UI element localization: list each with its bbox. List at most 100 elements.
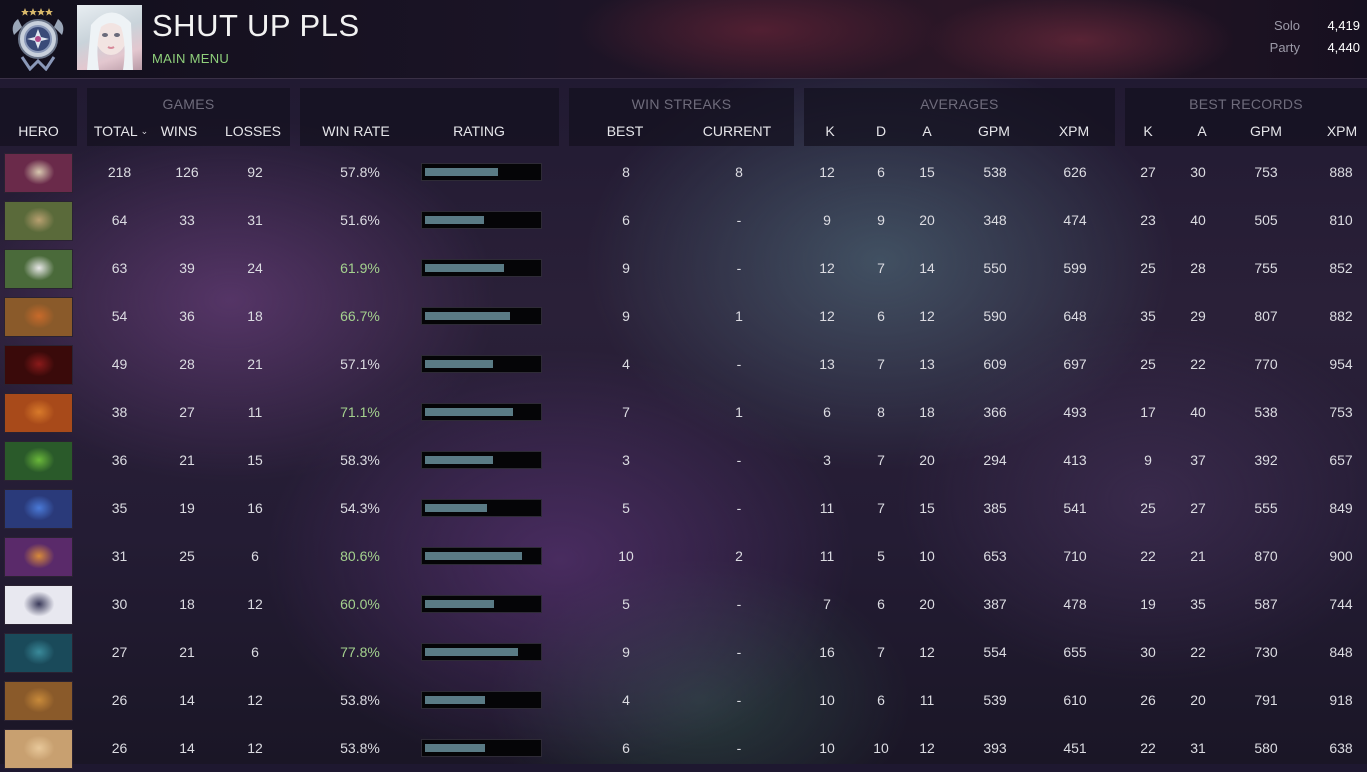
hero-portrait[interactable]	[4, 153, 73, 193]
cell-avg-xpm: 493	[1063, 404, 1087, 420]
rating-bar	[421, 739, 542, 757]
cell-avg-d: 7	[877, 500, 885, 516]
cell-best-gpm: 555	[1254, 500, 1278, 516]
rate-header-panel: WIN RATE RATING	[300, 88, 559, 146]
col-hero[interactable]: HERO	[0, 123, 77, 139]
cell-best-a: 21	[1190, 548, 1206, 564]
cell-best-a: 35	[1190, 596, 1206, 612]
col-avg-a[interactable]: A	[914, 123, 940, 139]
cell-best-a: 40	[1190, 212, 1206, 228]
col-win-rate[interactable]: WIN RATE	[314, 123, 398, 139]
table-row[interactable]: 31 25 6 80.6% 10 2 11 5 10 653 710 22 21 870 900	[0, 532, 1367, 580]
table-row[interactable]: 26 14 12 53.8% 4 - 10 6 11 539 610 26 20 791 918	[0, 676, 1367, 724]
table-row[interactable]: 63 39 24 61.9% 9 - 12 7 14 550 599 25 28 755 852	[0, 244, 1367, 292]
hero-portrait[interactable]	[4, 489, 73, 529]
table-row[interactable]: 26 14 12 53.8% 6 - 10 10 12 393 451 22 31 580 638	[0, 724, 1367, 772]
cell-best-gpm: 587	[1254, 596, 1278, 612]
col-total[interactable]: TOTAL ⌄	[87, 123, 155, 139]
cell-losses: 21	[247, 356, 263, 372]
col-current-streak[interactable]: CURRENT	[697, 123, 777, 139]
col-wins[interactable]: WINS	[153, 123, 205, 139]
col-rating[interactable]: RATING	[421, 123, 537, 139]
col-avg-gpm[interactable]: GPM	[974, 123, 1014, 139]
col-total-label: TOTAL	[93, 123, 138, 139]
cell-wins: 27	[179, 404, 195, 420]
cell-best-gpm: 392	[1254, 452, 1278, 468]
col-avg-xpm[interactable]: XPM	[1054, 123, 1094, 139]
cell-avg-a: 20	[919, 596, 935, 612]
cell-best-xpm: 849	[1329, 500, 1353, 516]
main-menu-link[interactable]: MAIN MENU	[152, 51, 229, 66]
cell-avg-gpm: 554	[983, 644, 1007, 660]
cell-best-streak: 8	[622, 164, 630, 180]
mmr-party-label: Party	[1269, 39, 1300, 55]
cell-wins: 39	[179, 260, 195, 276]
table-row[interactable]: 218 126 92 57.8% 8 8 12 6 15 538 626 27 30 753 888	[0, 148, 1367, 196]
player-avatar[interactable]	[77, 5, 142, 70]
cell-avg-xpm: 541	[1063, 500, 1087, 516]
cell-losses: 15	[247, 452, 263, 468]
cell-avg-a: 14	[919, 260, 935, 276]
col-best-k[interactable]: K	[1135, 123, 1161, 139]
col-losses[interactable]: LOSSES	[223, 123, 283, 139]
hero-portrait[interactable]	[4, 393, 73, 433]
hero-portrait[interactable]	[4, 249, 73, 289]
rating-bar	[421, 211, 542, 229]
cell-win-rate: 57.1%	[340, 356, 380, 372]
group-best-records: BEST RECORDS	[1189, 96, 1303, 112]
col-best-a[interactable]: A	[1189, 123, 1215, 139]
cell-current-streak: -	[736, 500, 742, 516]
cell-avg-k: 11	[819, 500, 835, 516]
cell-avg-d: 6	[877, 692, 885, 708]
cell-best-k: 35	[1140, 308, 1156, 324]
cell-best-gpm: 538	[1254, 404, 1278, 420]
cell-best-streak: 5	[622, 500, 630, 516]
table-row[interactable]: 54 36 18 66.7% 9 1 12 6 12 590 648 35 29 807 882	[0, 292, 1367, 340]
cell-best-a: 20	[1190, 692, 1206, 708]
hero-header-panel: HERO	[0, 88, 77, 146]
cell-avg-d: 6	[877, 164, 885, 180]
hero-portrait[interactable]	[4, 585, 73, 625]
cell-current-streak: 2	[735, 548, 743, 564]
hero-portrait[interactable]	[4, 729, 73, 769]
col-avg-d[interactable]: D	[868, 123, 894, 139]
col-best-xpm[interactable]: XPM	[1322, 123, 1362, 139]
cell-avg-gpm: 387	[983, 596, 1007, 612]
hero-portrait[interactable]	[4, 345, 73, 385]
cell-win-rate: 54.3%	[340, 500, 380, 516]
cell-best-a: 40	[1190, 404, 1206, 420]
table-row[interactable]: 30 18 12 60.0% 5 - 7 6 20 387 478 19 35 587 744	[0, 580, 1367, 628]
rating-bar-fill	[425, 456, 493, 464]
hero-portrait[interactable]	[4, 633, 73, 673]
cell-best-gpm: 755	[1254, 260, 1278, 276]
cell-wins: 14	[179, 692, 195, 708]
cell-best-xpm: 657	[1329, 452, 1353, 468]
cell-best-gpm: 753	[1254, 164, 1278, 180]
cell-avg-gpm: 539	[983, 692, 1007, 708]
table-row[interactable]: 35 19 16 54.3% 5 - 11 7 15 385 541 25 27 555 849	[0, 484, 1367, 532]
table-row[interactable]: 27 21 6 77.8% 9 - 16 7 12 554 655 30 22 730 848	[0, 628, 1367, 676]
averages-header-panel: AVERAGES K D A GPM XPM	[804, 88, 1115, 146]
cell-win-rate: 60.0%	[340, 596, 380, 612]
col-best-streak[interactable]: BEST	[595, 123, 655, 139]
cell-best-gpm: 730	[1254, 644, 1278, 660]
cell-avg-xpm: 655	[1063, 644, 1087, 660]
table-row[interactable]: 49 28 21 57.1% 4 - 13 7 13 609 697 25 22 770 954	[0, 340, 1367, 388]
cell-avg-a: 20	[919, 452, 935, 468]
table-row[interactable]: 36 21 15 58.3% 3-3 7 20 294 413 9 37 392 657	[0, 436, 1367, 484]
hero-portrait[interactable]	[4, 441, 73, 481]
col-best-gpm[interactable]: GPM	[1246, 123, 1286, 139]
cell-win-rate: 77.8%	[340, 644, 380, 660]
cell-avg-k: 9	[823, 212, 831, 228]
hero-portrait[interactable]	[4, 537, 73, 577]
table-row[interactable]: 64 33 31 51.6% 6 - 9 9 20 348 474 23 40 505 810	[0, 196, 1367, 244]
cell-total: 35	[111, 500, 128, 516]
hero-portrait[interactable]	[4, 297, 73, 337]
cell-current-streak: 1	[735, 308, 743, 324]
table-row[interactable]: 38 27 11 71.1% 7 1 6 8 18 366 493 17 40 538 753	[0, 388, 1367, 436]
hero-portrait[interactable]	[4, 681, 73, 721]
cell-avg-k: 3	[823, 452, 831, 468]
col-avg-k[interactable]: K	[817, 123, 843, 139]
hero-portrait[interactable]	[4, 201, 73, 241]
cell-best-a: 22	[1190, 356, 1206, 372]
